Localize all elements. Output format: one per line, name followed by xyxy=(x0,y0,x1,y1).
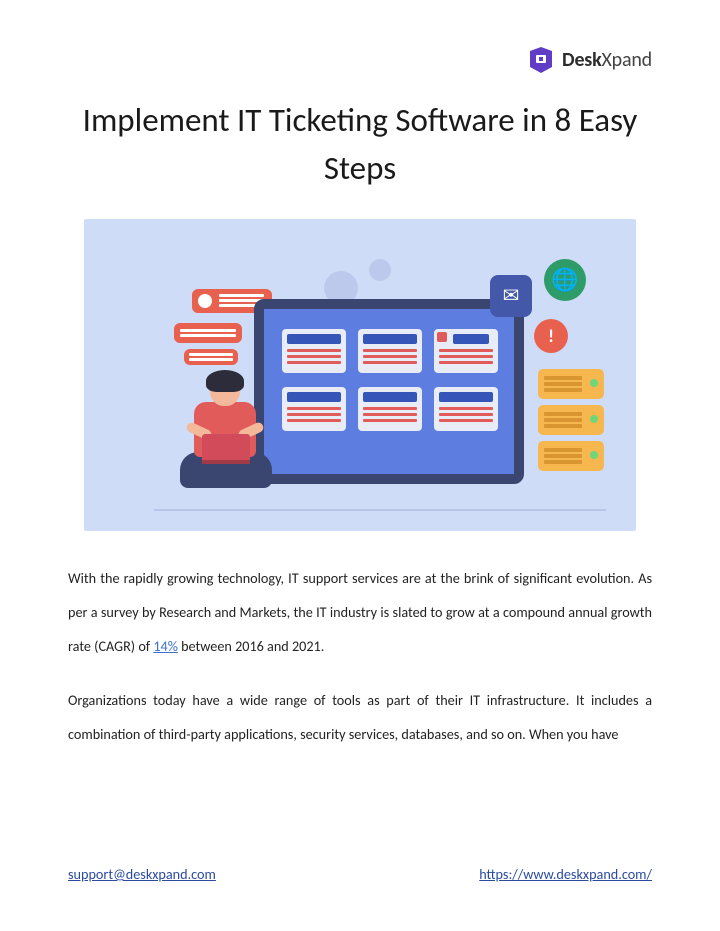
page-title: Implement IT Ticketing Software in 8 Eas… xyxy=(78,97,642,193)
document-footer: support@deskxpand.com https://www.deskxp… xyxy=(68,865,652,883)
footer-url-link[interactable]: https://www.deskxpand.com/ xyxy=(479,865,652,883)
paragraph-1: With the rapidly growing technology, IT … xyxy=(68,561,652,663)
logo-icon xyxy=(526,45,556,75)
growth-rate-link[interactable]: 14% xyxy=(153,637,178,655)
brand-name-light: Xpand xyxy=(602,48,653,72)
server-stack-icon xyxy=(538,369,604,479)
ticket-card xyxy=(358,329,422,373)
document-header: DeskXpand xyxy=(68,45,652,75)
brand-logo: DeskXpand xyxy=(526,45,652,75)
ticket-card xyxy=(434,387,498,431)
ticket-card xyxy=(434,329,498,373)
ticket-card xyxy=(358,387,422,431)
footer-email-link[interactable]: support@deskxpand.com xyxy=(68,865,216,883)
chat-bubble-icon xyxy=(184,349,238,365)
ticket-card xyxy=(282,387,346,431)
alert-icon: ! xyxy=(534,319,568,353)
person-illustration xyxy=(172,374,282,514)
hero-illustration: ✉ 🌐 ! xyxy=(84,219,636,531)
paragraph-1-text-b: between 2016 and 2021. xyxy=(178,637,324,655)
globe-icon: 🌐 xyxy=(544,259,586,301)
monitor-illustration xyxy=(254,299,524,484)
floor-line xyxy=(154,509,606,511)
mail-icon: ✉ xyxy=(490,275,532,317)
brand-name: DeskXpand xyxy=(562,48,652,72)
brand-name-bold: Desk xyxy=(562,48,601,72)
paragraph-2: Organizations today have a wide range of… xyxy=(68,683,652,751)
gear-icon xyxy=(369,259,391,281)
ticket-card xyxy=(282,329,346,373)
chat-bubble-icon xyxy=(174,323,242,343)
